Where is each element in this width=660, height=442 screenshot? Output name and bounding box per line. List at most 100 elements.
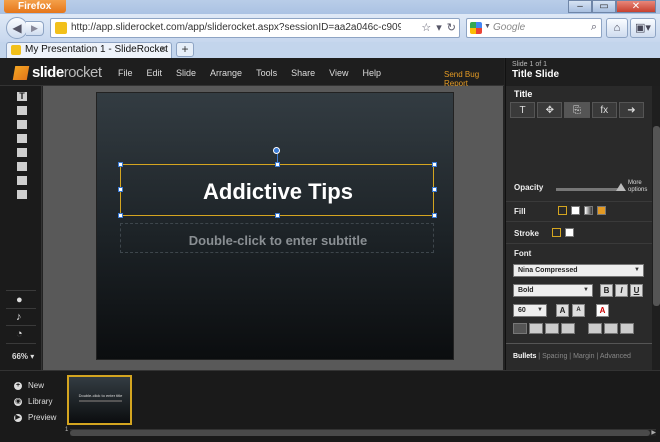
search-icon[interactable]: ⌕ [591,21,597,34]
stroke-none-swatch[interactable] [552,228,561,237]
url-bar[interactable]: http://app.sliderocket.com/app/sliderock… [50,18,460,38]
comment-icon[interactable]: ● [16,294,23,306]
menu-help[interactable]: Help [362,68,381,78]
shrink-font-button[interactable]: A [572,304,585,317]
title-textbox[interactable]: Addictive Tips [120,164,434,216]
underline-button[interactable]: U [630,284,643,297]
tab-actions[interactable]: ➜ [618,102,645,118]
bold-button[interactable]: B [600,284,613,297]
firefox-menu-button[interactable]: Firefox [4,0,66,13]
url-text[interactable]: http://app.sliderocket.com/app/sliderock… [71,22,401,33]
text-tool-icon[interactable]: T [17,92,27,101]
resize-handle[interactable] [275,213,280,218]
tab-position[interactable]: ✥ [537,102,563,118]
tab-effects[interactable]: fx [591,102,617,118]
tools-button[interactable]: ▣▾ [630,18,656,38]
valign-top-icon[interactable] [588,323,602,334]
fill-gradient-swatch[interactable] [584,206,593,215]
scroll-right-icon[interactable]: ▶ [651,429,656,436]
font-weight-select[interactable]: Bold ▼ [513,284,593,297]
align-left-icon[interactable] [529,323,543,334]
dropdown-icon[interactable]: ▾ [436,21,442,34]
sorter-scroll-thumb[interactable] [70,430,650,436]
opacity-slider[interactable] [556,188,620,191]
align-right-icon[interactable] [561,323,575,334]
tab-sliderocket[interactable]: My Presentation 1 - SlideRocket ✕ [6,42,172,58]
resize-handle[interactable] [118,187,123,192]
stroke-color-swatch[interactable] [565,228,574,237]
resize-handle[interactable] [118,213,123,218]
font-size-select[interactable]: 60 ▼ [513,304,547,317]
close-window-button[interactable]: ✕ [616,0,656,13]
resize-handle[interactable] [432,187,437,192]
font-color-icon[interactable]: A [596,304,609,317]
subtab-spacing[interactable]: Spacing [542,353,567,360]
star-icon[interactable]: ☆ [421,21,431,34]
library-button[interactable]: ◉ Library [14,397,52,406]
menu-slide[interactable]: Slide [176,68,196,78]
tab-text[interactable]: T [510,102,536,118]
opacity-slider-knob[interactable] [616,183,626,191]
fill-solid-swatch[interactable] [571,206,580,215]
valign-bottom-icon[interactable] [620,323,634,334]
preview-button[interactable]: ▶ Preview [14,413,56,422]
menu-edit[interactable]: Edit [147,68,163,78]
maximize-button[interactable]: ▭ [592,0,616,13]
menu-share[interactable]: Share [291,68,315,78]
forward-button[interactable]: ▶ [26,21,44,36]
rotate-handle[interactable] [273,147,280,154]
menu-view[interactable]: View [329,68,348,78]
subtab-margin[interactable]: Margin [573,353,594,360]
subtitle-textbox[interactable]: Double-click to enter subtitle [120,223,434,253]
subtitle-placeholder[interactable]: Double-click to enter subtitle [121,233,435,248]
resize-handle[interactable] [432,213,437,218]
reload-icon[interactable]: ↻ [447,21,456,34]
menu-tools[interactable]: Tools [256,68,277,78]
grow-font-button[interactable]: A [556,304,569,317]
home-button[interactable]: ⌂ [606,18,628,38]
slide-canvas[interactable]: Addictive Tips Double-click to enter sub… [96,92,454,360]
align-center-icon[interactable] [545,323,559,334]
font-family-select[interactable]: Nina Compressed ▼ [513,264,644,277]
slide-thumbnail[interactable]: Double-click to enter title [67,375,132,425]
slide-title[interactable]: Addictive Tips [121,179,435,205]
fill-none-swatch[interactable] [558,206,567,215]
text-subtabs: Bullets | Spacing | Margin | Advanced [513,353,631,360]
panel-scrollbar[interactable] [652,86,660,370]
list-tool-icon[interactable] [17,190,27,199]
plugin-tool-icon[interactable] [17,176,27,185]
preview-label: Preview [28,413,57,422]
engine-dropdown-icon[interactable]: ▼ [484,23,491,30]
menu-file[interactable]: File [118,68,133,78]
shape-tool-icon[interactable] [17,134,27,143]
italic-button[interactable]: I [615,284,628,297]
align-none-icon[interactable] [513,323,527,334]
search-input[interactable]: Google [493,22,525,33]
fill-image-swatch[interactable] [597,206,606,215]
tab-style[interactable]: ⎘ [564,102,590,118]
tab-close-icon[interactable]: ✕ [159,44,167,55]
sorter-scrollbar[interactable]: ▶ [70,429,656,436]
minimize-button[interactable]: – [568,0,592,13]
microphone-icon[interactable]: ♪ [16,311,22,323]
panel-scroll-thumb[interactable] [653,126,660,306]
valign-middle-icon[interactable] [604,323,618,334]
chart-tool-icon[interactable] [17,148,27,157]
new-slide-button[interactable]: + New [14,381,44,390]
resize-handle[interactable] [275,162,280,167]
new-tab-button[interactable]: + [176,42,194,57]
table-tool-icon[interactable] [17,162,27,171]
subtab-advanced[interactable]: Advanced [600,353,631,360]
search-bar[interactable]: ▼ Google ⌕ [466,18,602,38]
zoom-select[interactable]: 66% ▾ [12,352,34,361]
resize-handle[interactable] [432,162,437,167]
site-favicon-icon [55,22,67,34]
image-tool-icon[interactable] [17,106,27,115]
subtab-bullets[interactable]: Bullets [513,353,536,360]
video-tool-icon[interactable] [17,120,27,129]
resize-handle[interactable] [118,162,123,167]
back-button[interactable]: ◀ [6,17,28,39]
menu-arrange[interactable]: Arrange [210,68,242,78]
timer-icon[interactable]: ◔ [16,328,23,340]
google-icon[interactable] [470,22,482,34]
